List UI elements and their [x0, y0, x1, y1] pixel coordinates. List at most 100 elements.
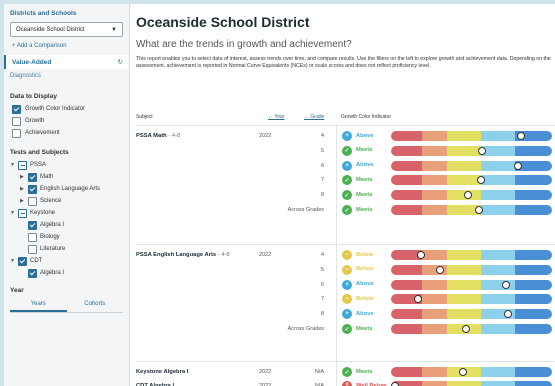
bar-segment — [421, 367, 448, 377]
growth-status-label: Above — [356, 281, 374, 288]
growth-status-label: Below — [356, 266, 374, 273]
checkbox-checked-icon[interactable] — [28, 268, 37, 278]
bar-segment — [481, 145, 515, 156]
growth-color-bar[interactable] — [391, 175, 552, 186]
tab-cohorts[interactable]: Cohorts — [67, 298, 124, 312]
header-year: Year — [274, 114, 285, 120]
year-cell: 2022 — [259, 252, 272, 258]
growth-color-bar[interactable] — [391, 264, 552, 275]
checkbox-checked-icon[interactable] — [18, 256, 27, 266]
growth-color-bar[interactable] — [391, 160, 552, 171]
bar-segment — [391, 279, 422, 290]
growth-status-label: Meets — [356, 368, 373, 375]
checkbox-partial-icon[interactable] — [18, 208, 27, 218]
check-circle-icon: ✓ — [342, 175, 352, 186]
sidebar: Districts and Schools Oceanside School D… — [4, 4, 130, 386]
tree-label: Biology — [40, 234, 60, 240]
growth-color-bar[interactable] — [391, 131, 552, 141]
bar-segment — [391, 264, 422, 275]
tab-years[interactable]: Years — [10, 298, 67, 312]
bar-segment — [421, 205, 448, 215]
option-growth-color-indicator[interactable]: Growth Color Indicator — [4, 103, 129, 115]
table-header: Subject ← Year ← Grade Growth Color Indi… — [136, 114, 555, 124]
growth-color-bar[interactable] — [391, 205, 552, 215]
tree-item-keystone[interactable]: ▼ Keystone — [4, 207, 129, 219]
nav-value-added[interactable]: Value-Added ↻ — [4, 55, 129, 69]
checkbox-icon[interactable] — [12, 128, 21, 138]
subject-grades: - 4-8 — [216, 252, 230, 258]
growth-status-label: Meets — [356, 191, 373, 198]
subject-label: PSSA Math — [136, 133, 167, 139]
growth-color-bar[interactable] — [391, 190, 552, 201]
tree-label: Algebra I — [40, 222, 65, 228]
checkbox-icon[interactable] — [28, 232, 37, 242]
growth-color-bar[interactable] — [391, 294, 552, 305]
report-description: This report enables you to select data o… — [136, 56, 551, 69]
expand-right-icon[interactable]: ▶ — [20, 186, 25, 192]
bar-segment — [447, 279, 482, 290]
growth-color-bar[interactable] — [391, 367, 552, 377]
tests-subjects-heading: Tests and Subjects — [10, 149, 69, 156]
plus-circle-icon: + — [342, 309, 352, 320]
growth-color-bar[interactable] — [391, 381, 552, 386]
tree-item-math[interactable]: ▶ Math — [4, 171, 129, 183]
grade-cell: 4 — [320, 252, 324, 258]
tree-item-algebra1[interactable]: Algebra I — [4, 219, 129, 231]
checkbox-checked-icon[interactable] — [28, 172, 37, 182]
bar-segment — [481, 367, 515, 377]
tree-item-cdt[interactable]: ▼ CDT — [4, 255, 129, 267]
header-grade: Grade — [310, 114, 325, 120]
sort-grade[interactable]: ← Grade — [304, 114, 324, 120]
sort-year[interactable]: ← Year — [268, 114, 284, 120]
tree-item-science[interactable]: ▶ Science — [4, 195, 129, 207]
expand-down-icon[interactable]: ▼ — [10, 162, 15, 168]
tree-label: Algebra I — [40, 270, 65, 276]
column-divider — [336, 124, 337, 386]
divider — [136, 125, 555, 126]
district-select[interactable]: Oceanside School District ▼ — [10, 22, 123, 37]
check-circle-icon: ✓ — [342, 205, 352, 215]
checkbox-icon[interactable] — [12, 116, 21, 126]
double-minus-circle-icon: ‼ — [342, 381, 352, 386]
tree-item-literature[interactable]: Literature — [4, 243, 129, 255]
bar-segment — [447, 264, 482, 275]
expand-right-icon[interactable]: ▶ — [20, 198, 25, 204]
growth-color-bar[interactable] — [391, 145, 552, 156]
add-comparison-link[interactable]: + Add a Comparison — [4, 37, 129, 55]
tree-item-pssa[interactable]: ▼ PSSA — [4, 159, 129, 171]
bar-segment — [421, 309, 448, 320]
expand-down-icon[interactable]: ▼ — [10, 210, 15, 216]
growth-color-bar[interactable] — [391, 309, 552, 320]
bar-segment — [481, 294, 515, 305]
option-growth[interactable]: Growth — [4, 115, 129, 127]
expand-right-icon[interactable]: ▶ — [20, 174, 25, 180]
checkbox-icon[interactable] — [28, 244, 37, 254]
growth-color-bar[interactable] — [391, 250, 552, 260]
tree-label: Math — [40, 174, 54, 180]
nav-diagnostics[interactable]: Diagnostics — [4, 69, 129, 83]
bar-segment — [447, 145, 482, 156]
bar-segment — [421, 381, 448, 386]
tree-item-ela[interactable]: ▶ English Language Arts — [4, 183, 129, 195]
growth-status-label: Below — [356, 251, 374, 258]
checkbox-checked-icon[interactable] — [12, 104, 21, 114]
caret-down-icon: ▼ — [111, 26, 117, 33]
checkbox-checked-icon[interactable] — [28, 184, 37, 194]
plus-circle-icon: + — [342, 131, 352, 141]
growth-color-bar[interactable] — [391, 279, 552, 290]
tree-item-cdt-algebra1[interactable]: Algebra I — [4, 267, 129, 279]
growth-status-label: Above — [356, 162, 374, 169]
checkbox-partial-icon[interactable] — [18, 160, 27, 170]
expand-down-icon[interactable]: ▼ — [10, 258, 15, 264]
checkbox-checked-icon[interactable] — [28, 220, 37, 230]
option-achievement[interactable]: Achievement — [4, 127, 129, 139]
bar-segment — [391, 175, 422, 186]
bar-segment — [391, 367, 422, 377]
growth-color-bar[interactable] — [391, 324, 552, 334]
tree-item-biology[interactable]: Biology — [4, 231, 129, 243]
growth-marker — [478, 146, 487, 155]
bar-segment — [391, 324, 422, 334]
checkbox-icon[interactable] — [28, 196, 37, 206]
grade-cell: 7 — [320, 296, 324, 303]
refresh-icon[interactable]: ↻ — [118, 58, 123, 66]
